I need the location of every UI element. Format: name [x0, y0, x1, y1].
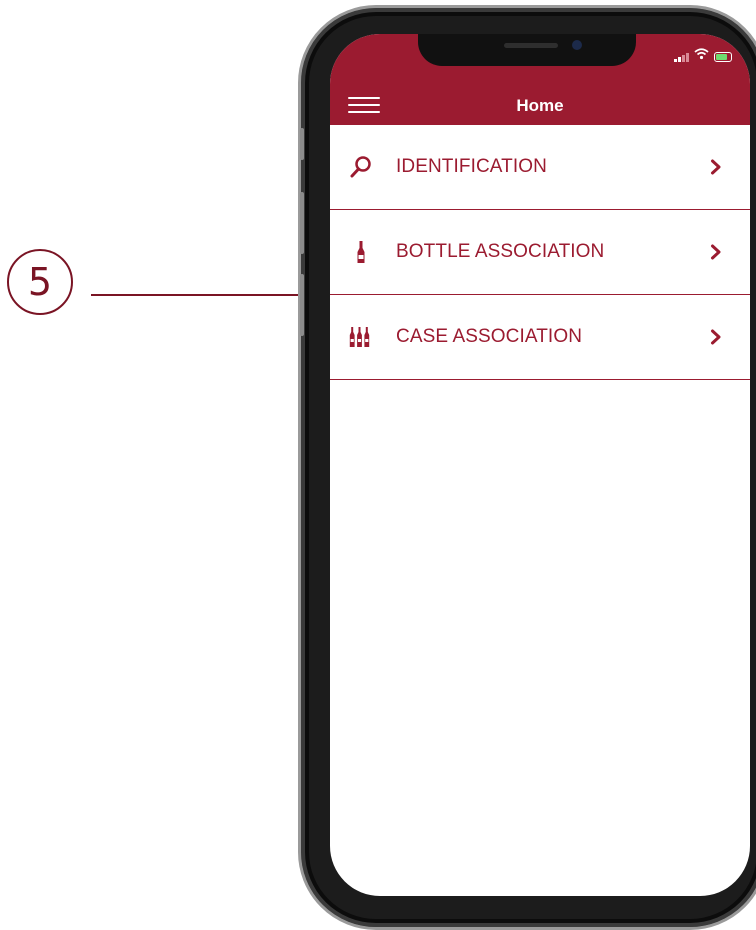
status-icons — [674, 48, 732, 62]
wifi-icon — [694, 48, 709, 62]
magnifying-glass-icon — [348, 154, 374, 180]
page-title: Home — [516, 95, 564, 115]
phone-screen: Home IDENTIFICATION BOTTLE ASSOCIATION C… — [330, 34, 750, 896]
menu-item-label: IDENTIFICATION — [396, 156, 547, 177]
bottle-icon — [348, 239, 374, 265]
battery-charging-icon — [714, 52, 732, 62]
notch — [418, 34, 636, 66]
callout-number-badge: 5 — [7, 249, 73, 315]
chevron-right-icon — [710, 244, 722, 260]
volume-up-button — [300, 192, 304, 254]
menu-item-case-association[interactable]: CASE ASSOCIATION — [330, 295, 750, 380]
chevron-right-icon — [710, 159, 722, 175]
home-menu: IDENTIFICATION BOTTLE ASSOCIATION CASE A… — [330, 125, 750, 380]
speaker-grille — [504, 43, 558, 48]
chevron-right-icon — [710, 329, 722, 345]
hamburger-menu-icon[interactable] — [348, 95, 380, 115]
cellular-signal-icon — [674, 53, 689, 62]
menu-item-label: CASE ASSOCIATION — [396, 326, 583, 347]
front-camera — [572, 40, 582, 50]
menu-item-bottle-association[interactable]: BOTTLE ASSOCIATION — [330, 210, 750, 295]
menu-item-label: BOTTLE ASSOCIATION — [396, 241, 605, 262]
menu-item-identification[interactable]: IDENTIFICATION — [330, 125, 750, 210]
callout-number: 5 — [27, 260, 53, 304]
app-header: Home — [330, 86, 750, 125]
volume-down-button — [300, 274, 304, 336]
case-bottles-icon — [348, 324, 374, 350]
mute-switch — [300, 128, 304, 160]
status-bar — [330, 34, 750, 86]
